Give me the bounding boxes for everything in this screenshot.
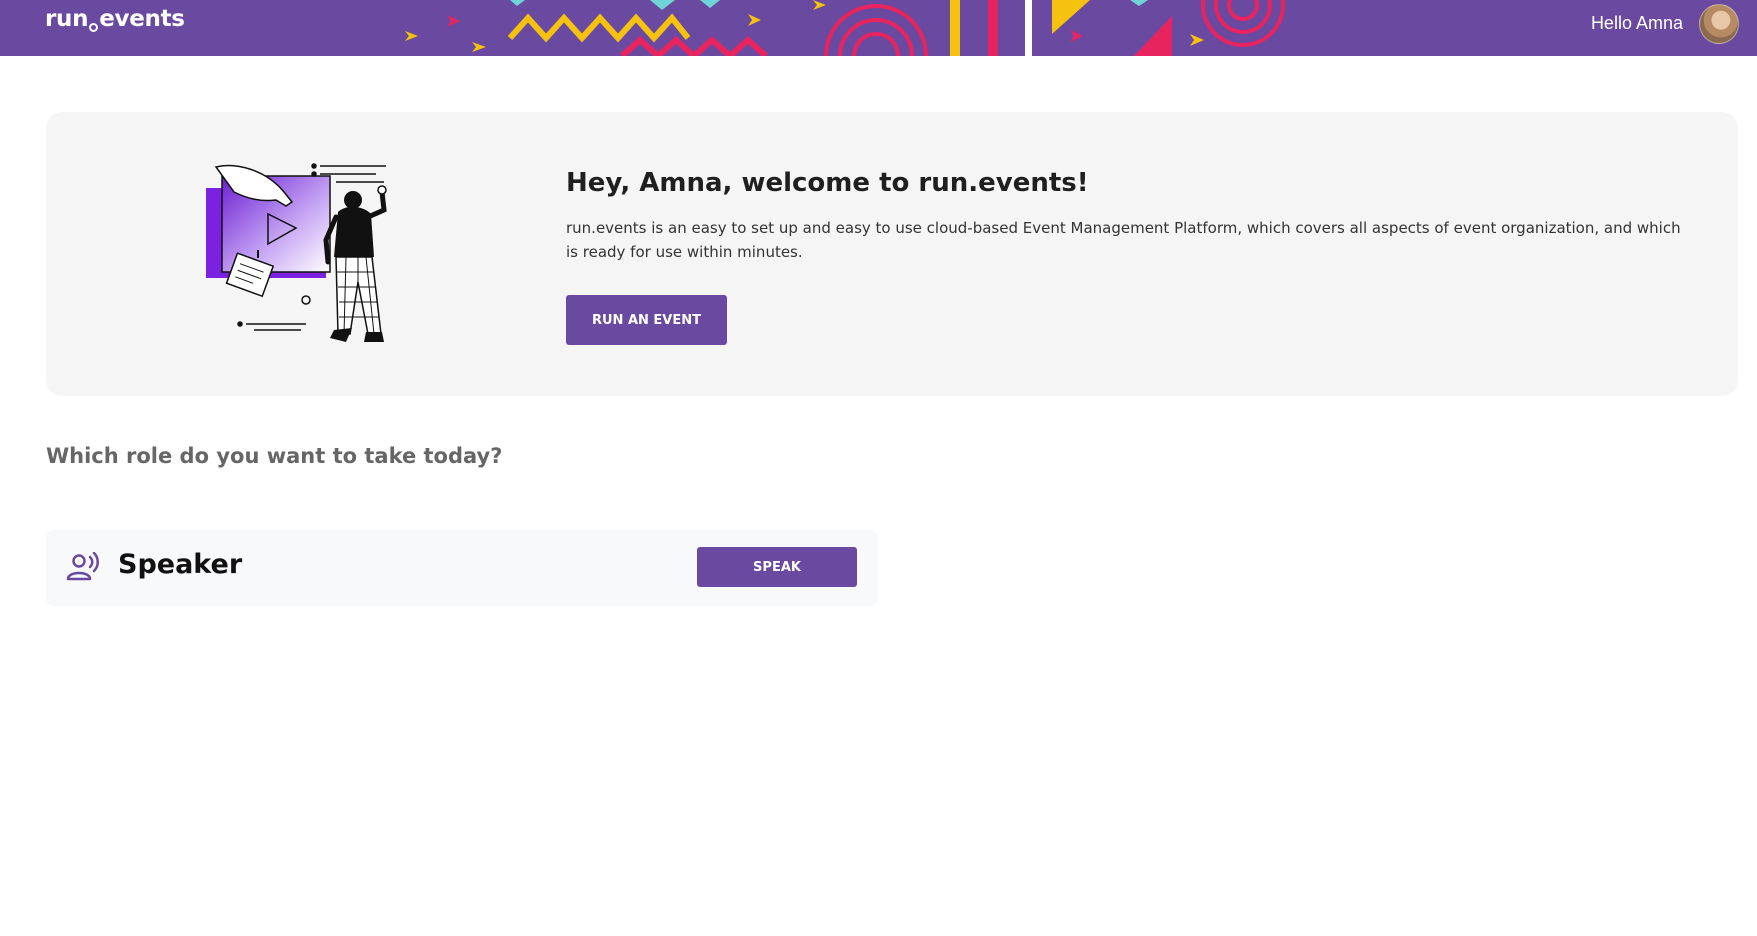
- run-events-logo[interactable]: run events: [45, 6, 185, 32]
- header-decorative-pattern: [405, 0, 1285, 56]
- welcome-illustration: [206, 163, 387, 342]
- speak-button[interactable]: SPEAK: [697, 547, 857, 587]
- welcome-title: Hey, Amna, welcome to run.events!: [566, 168, 1089, 198]
- speaker-icon: [66, 552, 99, 581]
- logo-dot: [89, 23, 99, 32]
- role-card-speaker: Speaker SPEAK: [46, 530, 878, 606]
- role-title: Speaker: [118, 549, 243, 580]
- role-question-heading: Which role do you want to take today?: [46, 444, 503, 468]
- welcome-description: run.events is an easy to set up and easy…: [566, 219, 1681, 261]
- logo-text-run: run: [45, 6, 89, 32]
- welcome-card: Hey, Amna, welcome to run.events! run.ev…: [46, 112, 1738, 396]
- run-an-event-button[interactable]: RUN AN EVENT: [566, 295, 727, 345]
- top-navigation-bar: run events Hello Amna: [0, 0, 1757, 56]
- user-greeting: Hello Amna: [1590, 13, 1683, 33]
- logo-text-events: events: [99, 6, 185, 32]
- user-avatar[interactable]: [1699, 4, 1739, 44]
